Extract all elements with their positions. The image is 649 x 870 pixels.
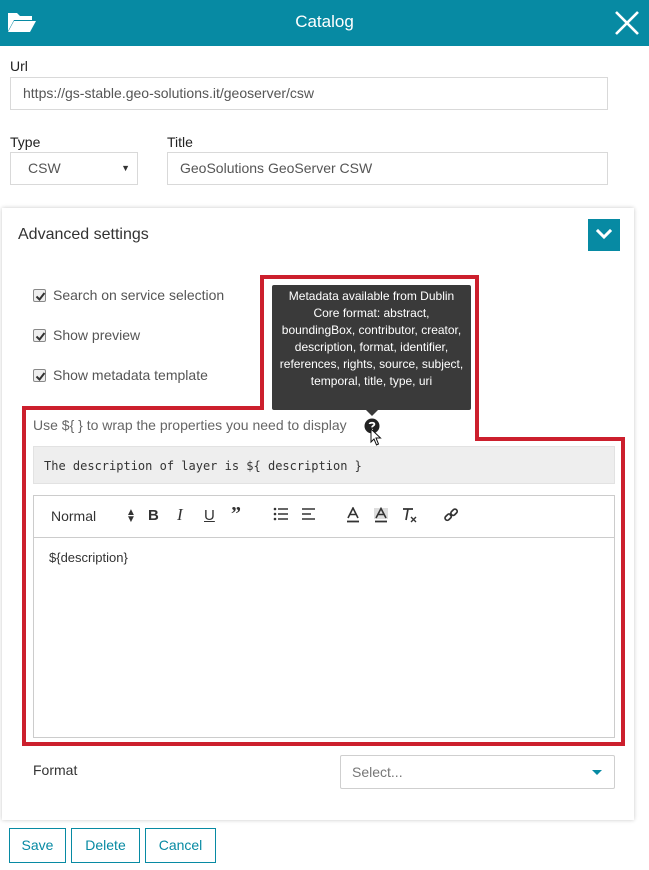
catalog-header: Catalog: [0, 0, 649, 46]
bold-icon[interactable]: B: [148, 507, 159, 527]
delete-button[interactable]: Delete: [71, 828, 140, 863]
title-label: Title: [167, 134, 193, 150]
font-color-icon[interactable]: [345, 506, 361, 527]
format-placeholder: Select...: [352, 764, 403, 780]
checkbox-checked-icon[interactable]: [33, 369, 46, 382]
advanced-toggle-button[interactable]: [588, 219, 620, 251]
blockquote-icon[interactable]: ”: [231, 503, 241, 525]
tooltip-arrow: [366, 410, 378, 416]
background-color-icon[interactable]: [373, 506, 389, 527]
metadata-tooltip: Metadata available from Dublin Core form…: [272, 285, 471, 410]
checkbox-checked-icon[interactable]: [33, 329, 46, 342]
checkbox-label: Show preview: [53, 327, 141, 343]
bullet-list-icon[interactable]: [273, 507, 289, 527]
underline-icon[interactable]: U: [204, 507, 215, 527]
type-select[interactable]: CSW ▼: [10, 152, 138, 185]
title-input[interactable]: GeoSolutions GeoServer CSW: [167, 152, 608, 185]
link-icon[interactable]: [443, 507, 459, 527]
italic-icon[interactable]: I: [177, 505, 183, 525]
format-select[interactable]: Select...: [340, 755, 615, 789]
template-example: The description of layer is ${ descripti…: [33, 446, 615, 484]
save-button[interactable]: Save: [9, 828, 66, 863]
checkbox-label: Search on service selection: [53, 287, 225, 303]
advanced-settings-title: Advanced settings: [18, 226, 149, 243]
caret-down-icon: [592, 770, 602, 775]
chevron-down-icon: [596, 228, 612, 240]
header-title: Catalog: [295, 12, 354, 31]
metadata-template-editor: Normal ▲ ▼ B I U ” ${description}: [33, 495, 615, 738]
editor-content[interactable]: ${description}: [49, 550, 128, 565]
checkbox-label: Show metadata template: [53, 367, 208, 383]
type-value: CSW: [28, 160, 61, 176]
align-icon[interactable]: [301, 507, 317, 527]
checkbox-checked-icon[interactable]: [33, 289, 46, 302]
format-label: Format: [33, 762, 78, 778]
type-label: Type: [10, 134, 41, 150]
url-label: Url: [10, 58, 28, 74]
updown-caret-icon: ▲ ▼: [126, 507, 136, 525]
template-hint: Use ${ } to wrap the properties you need…: [33, 417, 347, 433]
caret-down-icon: ▼: [121, 163, 130, 173]
cancel-button[interactable]: Cancel: [145, 828, 216, 863]
editor-toolbar: Normal ▲ ▼ B I U ”: [34, 496, 614, 538]
url-input[interactable]: https://gs-stable.geo-solutions.it/geose…: [10, 77, 608, 110]
text-style-select[interactable]: Normal: [51, 508, 96, 528]
clear-format-icon[interactable]: [401, 507, 417, 527]
close-icon[interactable]: [613, 9, 641, 37]
